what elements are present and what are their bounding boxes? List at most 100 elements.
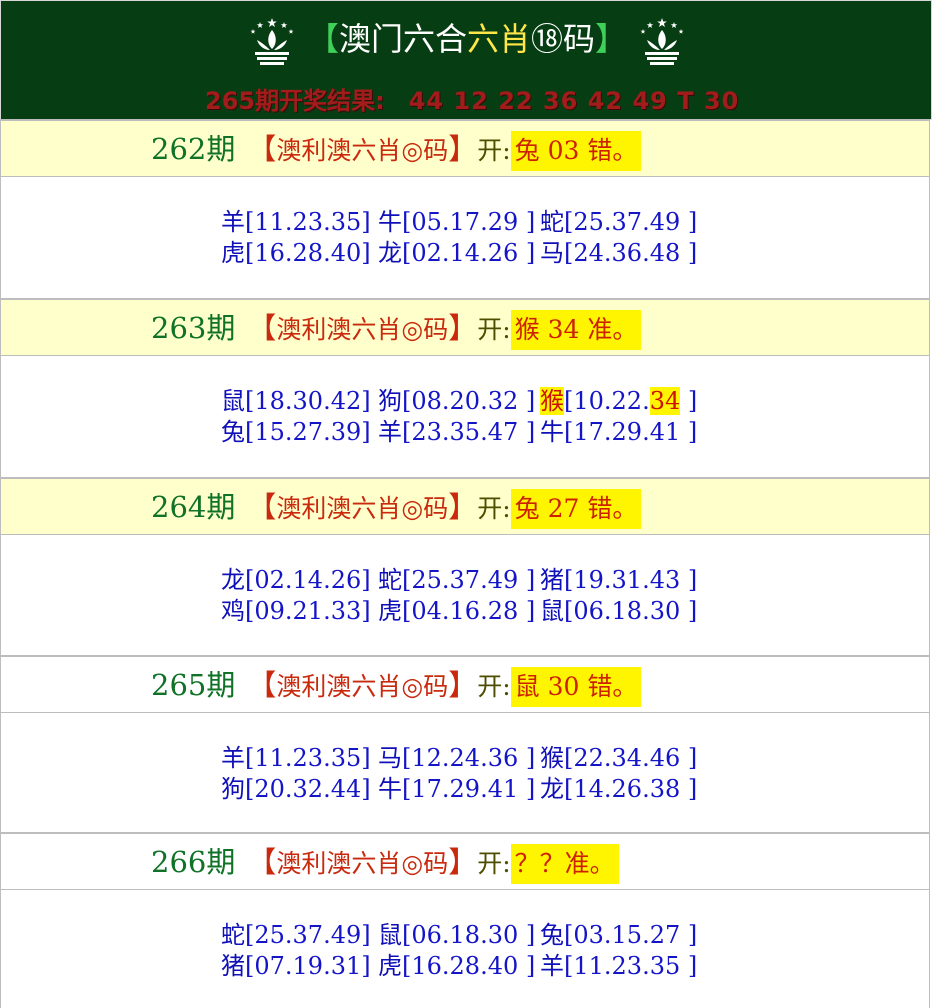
draw-result-badge: 兔 27 错。 bbox=[510, 489, 642, 529]
period-header: 264期 【澳利澳六肖◎码】开: 兔 27 错。 bbox=[0, 477, 930, 535]
zodiac-name: 牛 bbox=[378, 208, 402, 236]
zodiac-numbers: [12.24.36 ] bbox=[402, 744, 536, 772]
period-header: 262期 【澳利澳六肖◎码】开: 兔 03 错。 bbox=[0, 119, 930, 177]
zodiac-name: 龙 bbox=[378, 239, 402, 267]
draw-label: 开: bbox=[477, 849, 511, 878]
zodiac-name: 猴 bbox=[540, 744, 564, 772]
period-header: 263期 【澳利澳六肖◎码】开: 猴 34 准。 bbox=[0, 298, 930, 356]
zodiac-name: 蛇 bbox=[221, 921, 245, 949]
zodiac-numbers: [04.16.28 ] bbox=[402, 597, 536, 625]
zodiac-name: 羊 bbox=[221, 744, 245, 772]
zodiac-name: 羊 bbox=[540, 952, 564, 980]
zodiac-name: 牛 bbox=[378, 775, 402, 803]
zodiac-name: 狗 bbox=[378, 387, 402, 415]
zodiac-cell: 蛇[25.37.49] bbox=[221, 920, 371, 950]
period-number: 263期 bbox=[151, 311, 236, 345]
draw-label: 开: bbox=[477, 315, 511, 344]
title-part-2: 六肖 bbox=[466, 20, 531, 58]
tag-bracket-close: 】 bbox=[448, 132, 478, 166]
tag-bracket-open: 【 bbox=[247, 490, 277, 524]
tag-bracket-close: 】 bbox=[448, 845, 478, 879]
zodiac-numbers: [10.22. bbox=[564, 387, 650, 415]
zodiac-numbers: [11.23.35 ] bbox=[564, 952, 698, 980]
zodiac-name: 虎 bbox=[378, 597, 402, 625]
title-bracket-close: 】 bbox=[595, 20, 628, 58]
zodiac-name: 蛇 bbox=[540, 208, 564, 236]
zodiac-cell: 虎[16.28.40] bbox=[221, 238, 371, 268]
zodiac-numbers: [11.23.35] bbox=[245, 744, 371, 772]
zodiac-cell: 牛[17.29.41 ] bbox=[378, 774, 535, 804]
zodiac-numbers: [14.26.38 ] bbox=[564, 775, 698, 803]
period-number: 262期 bbox=[151, 132, 236, 166]
zodiac-cell: 蛇[25.37.49 ] bbox=[540, 207, 697, 237]
zodiac-cell: 龙[02.14.26 ] bbox=[378, 238, 535, 268]
zodiac-name: 猪 bbox=[540, 566, 564, 594]
zodiac-cell: 虎[16.28.40 ] bbox=[378, 951, 535, 981]
zodiac-name: 龙 bbox=[540, 775, 564, 803]
tag-bracket-open: 【 bbox=[247, 845, 277, 879]
zodiac-cell: 猴[22.34.46 ] bbox=[540, 743, 697, 773]
draw-result-badge: 兔 03 错。 bbox=[510, 131, 642, 171]
zodiac-numbers: [09.21.33] bbox=[245, 597, 371, 625]
zodiac-cell: 虎[04.16.28 ] bbox=[378, 596, 535, 626]
zodiac-name: 兔 bbox=[221, 418, 245, 446]
tag-bracket-open: 【 bbox=[247, 311, 277, 345]
zodiac-numbers: [19.31.43 ] bbox=[564, 566, 698, 594]
zodiac-numbers: [06.18.30 ] bbox=[564, 597, 698, 625]
draw-label: 开: bbox=[477, 494, 511, 523]
tag-bracket-close: 】 bbox=[448, 311, 478, 345]
zodiac-cell: 鼠[06.18.30 ] bbox=[540, 596, 697, 626]
zodiac-name: 兔 bbox=[540, 921, 564, 949]
zodiac-cell: 兔[03.15.27 ] bbox=[540, 920, 697, 950]
zodiac-name: 鸡 bbox=[221, 597, 245, 625]
zodiac-name: 龙 bbox=[221, 566, 245, 594]
zodiac-name: 虎 bbox=[221, 239, 245, 267]
prediction-grid: 蛇[25.37.49] 鼠[06.18.30 ] 兔[03.15.27 ] 猪[07.… bbox=[0, 890, 930, 1008]
page: 【澳门六合六肖⑱码】 265期开奖结果: 44 12 22 36 42 49 T… bbox=[0, 0, 932, 1008]
zodiac-cell: 羊[11.23.35] bbox=[221, 743, 371, 773]
zodiac-numbers: [08.20.32 ] bbox=[402, 387, 536, 415]
tag-bracket-close: 】 bbox=[448, 668, 478, 702]
prediction-grid: 鼠[18.30.42] 狗[08.20.32 ] 猴[10.22.34 ] 兔[15.… bbox=[0, 356, 930, 477]
zodiac-numbers: [22.34.46 ] bbox=[564, 744, 698, 772]
zodiac-cell: 鼠[06.18.30 ] bbox=[378, 920, 535, 950]
zodiac-numbers: [02.14.26] bbox=[245, 566, 371, 594]
draw-result-badge: 鼠 30 错。 bbox=[510, 667, 642, 707]
zodiac-numbers: [20.32.44] bbox=[245, 775, 371, 803]
prediction-tag: 澳利澳六肖◎码 bbox=[276, 315, 449, 344]
zodiac-cell: 猪[19.31.43 ] bbox=[540, 565, 697, 595]
prediction-grid: 羊[11.23.35] 牛[05.17.29 ] 蛇[25.37.49 ] 虎[16.… bbox=[0, 177, 930, 298]
zodiac-name: 猴 bbox=[540, 387, 564, 415]
result-numbers: 44 12 22 36 42 49 T 30 bbox=[408, 87, 740, 115]
title-bracket-open: 【 bbox=[306, 20, 339, 58]
zodiac-name: 猪 bbox=[221, 952, 245, 980]
prediction-grid: 羊[11.23.35] 马[12.24.36 ] 猴[22.34.46 ] 狗[20.… bbox=[0, 713, 930, 832]
zodiac-numbers: [05.17.29 ] bbox=[402, 208, 536, 236]
latest-result: 265期开奖结果: 44 12 22 36 42 49 T 30 bbox=[1, 83, 932, 119]
draw-result-badge: ？？准。 bbox=[510, 844, 619, 884]
tag-bracket-close: 】 bbox=[448, 490, 478, 524]
zodiac-cell: 兔[15.27.39] bbox=[221, 417, 371, 447]
zodiac-name: 马 bbox=[540, 239, 564, 267]
zodiac-cell: 蛇[25.37.49 ] bbox=[378, 565, 535, 595]
period-header: 265期 【澳利澳六肖◎码】开: 鼠 30 错。 bbox=[0, 655, 930, 713]
period-number: 265期 bbox=[151, 668, 236, 702]
zodiac-name: 马 bbox=[378, 744, 402, 772]
zodiac-name: 蛇 bbox=[378, 566, 402, 594]
zodiac-numbers: [16.28.40 ] bbox=[402, 952, 536, 980]
zodiac-cell: 牛[17.29.41 ] bbox=[540, 417, 697, 447]
zodiac-numbers: [25.37.49 ] bbox=[564, 208, 698, 236]
zodiac-cell: 狗[20.32.44] bbox=[221, 774, 371, 804]
lotus-emblem-icon bbox=[250, 18, 294, 65]
zodiac-numbers: [25.37.49 ] bbox=[402, 566, 536, 594]
zodiac-name: 鼠 bbox=[378, 921, 402, 949]
hit-number: 34 bbox=[649, 387, 681, 415]
prediction-grid: 龙[02.14.26] 蛇[25.37.49 ] 猪[19.31.43 ] 鸡[09.… bbox=[0, 535, 930, 655]
zodiac-numbers: [18.30.42] bbox=[245, 387, 371, 415]
zodiac-numbers: [11.23.35] bbox=[245, 208, 371, 236]
zodiac-numbers: [17.29.41 ] bbox=[402, 775, 536, 803]
zodiac-cell: 鼠[18.30.42] bbox=[221, 386, 371, 416]
period-number: 264期 bbox=[151, 490, 236, 524]
title-part-1: 澳门六合 bbox=[338, 20, 467, 58]
zodiac-numbers: [03.15.27 ] bbox=[564, 921, 698, 949]
